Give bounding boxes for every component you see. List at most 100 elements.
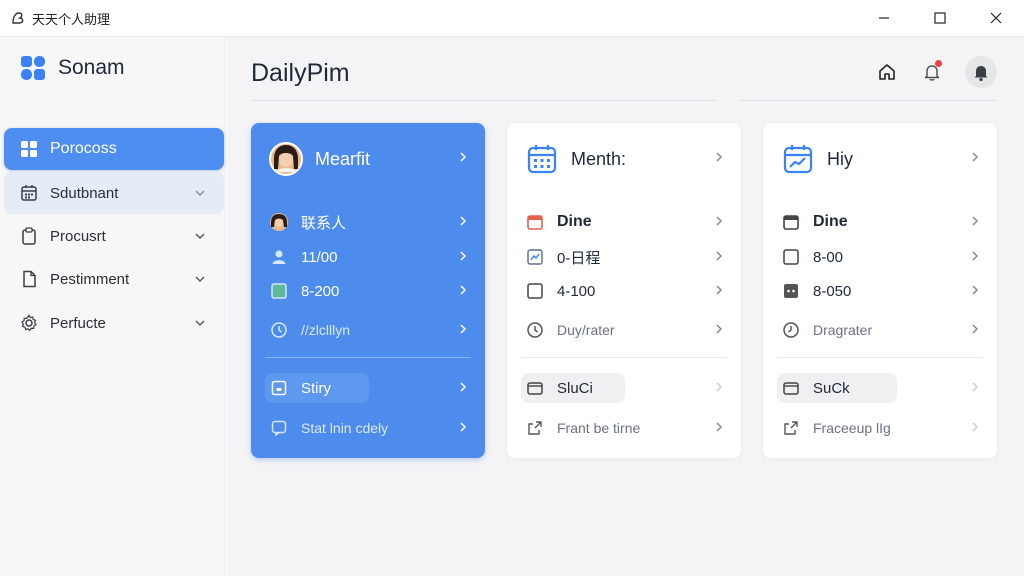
list-item[interactable]: Stiry xyxy=(269,376,469,400)
maximize-button[interactable] xyxy=(912,0,968,36)
sidebar-item-label: Pestimment xyxy=(50,270,130,288)
list-item[interactable]: //zlclllyn xyxy=(269,318,469,342)
list-item[interactable]: SuCk xyxy=(781,376,981,400)
list-item[interactable]: Dine xyxy=(525,210,725,234)
chevron-right-icon xyxy=(457,420,469,437)
row-label: 0-日程 xyxy=(557,249,601,267)
sidebar-item-perfucte[interactable]: Perfucte xyxy=(4,302,224,344)
list-item[interactable]: 4-100 xyxy=(525,279,725,303)
sidebar-item-porocoss[interactable]: Porocoss xyxy=(4,128,224,170)
square-icon xyxy=(269,281,289,301)
row-label: Stat lnin cdely xyxy=(301,420,389,436)
chevron-down-icon[interactable] xyxy=(194,316,206,333)
card-header[interactable]: Hiy xyxy=(781,141,981,177)
card-contacts[interactable]: Mearfit 联系人 11/00 8-200 //zlclllyn Stiry… xyxy=(251,123,485,458)
brand: Sonam xyxy=(20,55,125,81)
row-label: 联系人 xyxy=(301,214,347,232)
chevron-right-icon xyxy=(457,249,469,266)
header-divider xyxy=(251,99,997,102)
row-label: //zlclllyn xyxy=(301,322,351,338)
notification-button[interactable] xyxy=(916,56,948,88)
chevron-down-icon[interactable] xyxy=(194,229,206,246)
row-label: Fraceeup lIg xyxy=(813,420,891,436)
chevron-right-icon[interactable] xyxy=(457,150,469,168)
clock-icon xyxy=(781,320,801,340)
chevron-right-icon xyxy=(969,420,981,437)
checkbox-icon[interactable] xyxy=(525,281,545,301)
clock-icon xyxy=(269,320,289,340)
list-item[interactable]: Dragrater xyxy=(781,318,981,342)
row-label: Dragrater xyxy=(813,322,873,338)
chevron-right-icon xyxy=(457,322,469,339)
calendar-red-icon xyxy=(525,212,545,232)
share-icon xyxy=(781,418,801,438)
list-item[interactable]: 联系人 xyxy=(269,210,469,234)
list-item[interactable]: 8-050 xyxy=(781,279,981,303)
sidebar-item-procusrt[interactable]: Procusrt xyxy=(4,215,224,257)
chevron-down-icon[interactable] xyxy=(194,186,206,203)
folder-icon xyxy=(525,378,545,398)
sidebar-item-label: Perfucte xyxy=(50,314,106,332)
row-label: 8-050 xyxy=(813,282,852,300)
chevron-right-icon xyxy=(969,283,981,300)
calendar-chart-icon xyxy=(781,142,815,176)
sidebar: Sonam Porocoss Sdutbnant Procusrt Pestim… xyxy=(0,37,226,576)
chevron-right-icon[interactable] xyxy=(969,150,981,168)
list-item[interactable]: Fraceeup lIg xyxy=(781,416,981,440)
title-bar: 天天个人助理 xyxy=(0,0,1024,37)
card-header[interactable]: Menth: xyxy=(525,141,725,177)
chevron-right-icon xyxy=(969,249,981,266)
card-divider xyxy=(265,357,471,358)
chevron-right-icon xyxy=(713,249,725,266)
row-label: Duy/rater xyxy=(557,322,615,338)
row-label: Dine xyxy=(557,213,592,230)
chevron-right-icon[interactable] xyxy=(713,150,725,168)
chevron-down-icon[interactable] xyxy=(194,272,206,289)
list-item[interactable]: Dine xyxy=(781,210,981,234)
home-button[interactable] xyxy=(871,56,903,88)
list-item[interactable]: 0-日程 xyxy=(525,245,725,269)
sidebar-item-label: Porocoss xyxy=(50,140,117,157)
row-label: Frant be tirne xyxy=(557,420,641,436)
row-label: 8-00 xyxy=(813,248,844,266)
row-label: 11/00 xyxy=(301,248,338,266)
clipboard-icon xyxy=(20,227,38,245)
person-icon xyxy=(269,247,289,267)
bell-button[interactable] xyxy=(965,56,997,88)
page-title: DailyPim xyxy=(251,59,350,87)
chevron-right-icon xyxy=(713,380,725,397)
list-item[interactable]: 8-00 xyxy=(781,245,981,269)
list-item[interactable]: Duy/rater xyxy=(525,318,725,342)
gear-icon xyxy=(20,314,38,332)
main-area: DailyPim Mearfit 联系人 11/00 8-200 //zlcll… xyxy=(227,37,1024,576)
sidebar-item-pestimment[interactable]: Pestimment xyxy=(4,258,224,300)
card-hiy[interactable]: Hiy Dine 8-00 8-050 Dragrater SuCk Frace… xyxy=(763,123,997,458)
minimize-button[interactable] xyxy=(856,0,912,36)
list-item[interactable]: 8-200 xyxy=(269,279,469,303)
row-label: 8-200 xyxy=(301,282,340,300)
list-item[interactable]: Stat lnin cdely xyxy=(269,416,469,440)
chevron-right-icon xyxy=(969,322,981,339)
list-item[interactable]: Frant be tirne xyxy=(525,416,725,440)
grid-icon xyxy=(20,140,38,158)
row-label: SluCi xyxy=(557,379,593,397)
sidebar-item-sdutbnant[interactable]: Sdutbnant xyxy=(4,172,224,214)
card-divider xyxy=(777,357,983,358)
frame-icon xyxy=(269,378,289,398)
card-header[interactable]: Mearfit xyxy=(269,141,469,177)
clock-icon xyxy=(525,320,545,340)
chevron-right-icon xyxy=(457,283,469,300)
chevron-right-icon xyxy=(713,322,725,339)
list-item[interactable]: 11/00 xyxy=(269,245,469,269)
logo-icon xyxy=(20,55,46,81)
calendar-icon xyxy=(525,142,559,176)
chart-icon xyxy=(525,247,545,267)
checkbox-icon[interactable] xyxy=(781,247,801,267)
close-button[interactable] xyxy=(968,0,1024,36)
card-month[interactable]: Menth: Dine 0-日程 4-100 Duy/rater SluCi F… xyxy=(507,123,741,458)
avatar-small xyxy=(269,212,289,232)
chevron-right-icon xyxy=(969,214,981,231)
card-title: Menth: xyxy=(571,148,627,169)
chevron-right-icon xyxy=(457,380,469,397)
list-item[interactable]: SluCi xyxy=(525,376,725,400)
